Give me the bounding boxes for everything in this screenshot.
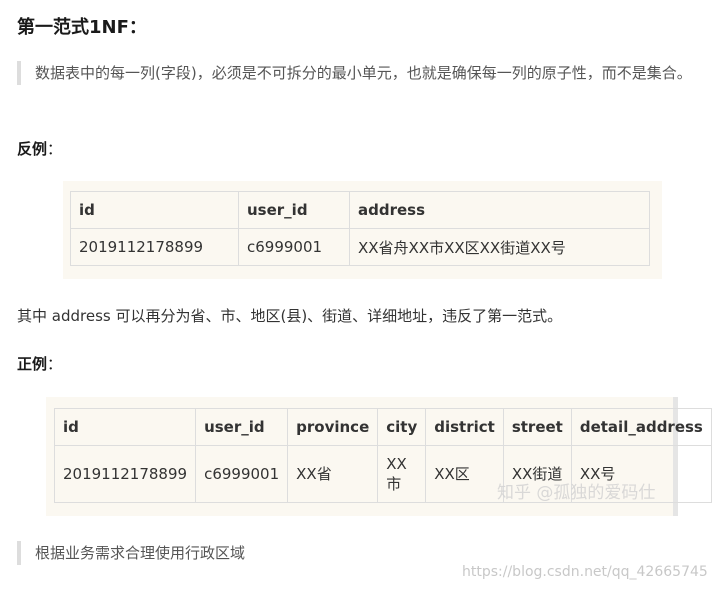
table-cell: 2019112178899 xyxy=(53,445,197,503)
table-header-cell: id xyxy=(53,408,197,446)
watermark-text: 知乎 @孤独的爱码仕 xyxy=(497,483,656,503)
table-header-cell: city xyxy=(377,408,427,446)
counter-example-label: 反例： xyxy=(17,138,62,159)
table-cell: 2019112178899 xyxy=(70,228,239,266)
table-cell: XX省 xyxy=(287,445,379,503)
counter-example-table-wrap: id user_id address 2019112178899 c699900… xyxy=(63,181,662,279)
table-header-row: id user_id address xyxy=(70,191,650,229)
section-heading: 第一范式1NF： xyxy=(17,17,147,38)
table-cell: c6999001 xyxy=(238,228,350,266)
table-header-cell: street xyxy=(502,408,572,446)
correct-example-label-text: 正例 xyxy=(17,355,48,373)
table-header-cell: detail_address xyxy=(570,408,712,446)
table-header-cell: address xyxy=(349,191,650,229)
correct-example-colon: ： xyxy=(47,355,63,373)
note-text: 根据业务需求合理使用行政区域 xyxy=(35,544,246,562)
table-header-row: id user_id province city district street… xyxy=(53,408,712,446)
note-quote: 根据业务需求合理使用行政区域 xyxy=(17,541,714,565)
explanation-paragraph: 其中 address 可以再分为省、市、地区(县)、街道、详细地址，违反了第一范… xyxy=(17,307,563,325)
counter-example-table: id user_id address 2019112178899 c699900… xyxy=(70,191,650,266)
table-cell: XX区 xyxy=(425,445,504,503)
table-header-cell: user_id xyxy=(238,191,350,229)
table-header-cell: id xyxy=(70,191,239,229)
table-header-cell: user_id xyxy=(195,408,289,446)
correct-example-label: 正例： xyxy=(17,353,62,374)
table-header-cell: district xyxy=(425,408,504,446)
source-url-watermark: https://blog.csdn.net/qq_42665745 xyxy=(462,564,708,580)
table-cell: c6999001 xyxy=(195,445,289,503)
definition-quote: 数据表中的每一列(字段)，必须是不可拆分的最小单元，也就是确保每一列的原子性，而… xyxy=(17,61,714,85)
counter-example-colon: ： xyxy=(47,140,63,158)
counter-example-label-text: 反例 xyxy=(17,140,48,158)
table-cell: XX省舟XX市XX区XX街道XX号 xyxy=(349,228,650,266)
table-header-cell: province xyxy=(287,408,379,446)
table-cell: XX市 xyxy=(377,445,427,503)
definition-text: 数据表中的每一列(字段)，必须是不可拆分的最小单元，也就是确保每一列的原子性，而… xyxy=(35,64,692,82)
table-row: 2019112178899 c6999001 XX省舟XX市XX区XX街道XX号 xyxy=(70,228,650,266)
